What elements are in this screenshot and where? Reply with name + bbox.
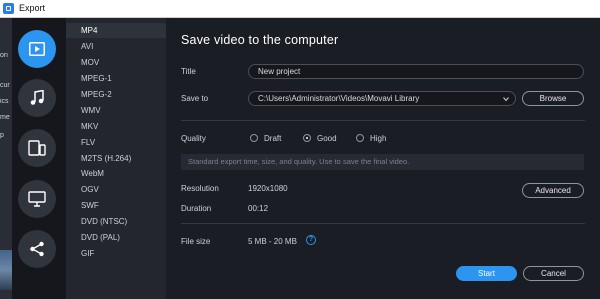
quality-good-label: Good [317,133,337,143]
section-divider [181,223,585,224]
category-share-button[interactable] [18,230,56,268]
quality-high-label: High [370,133,387,143]
music-note-icon [30,90,44,105]
background-text: ori [0,52,8,59]
chevron-down-icon [503,97,509,102]
saveto-path: C:\Users\Administrator\Videos\Movavi Lib… [258,94,420,103]
format-item-gif[interactable]: GIF [66,246,166,261]
format-item-mpeg1[interactable]: MPEG-1 [66,71,166,86]
background-text: p [0,132,4,139]
advanced-button[interactable]: Advanced [522,183,584,198]
section-divider [181,120,585,121]
background-text: ics [0,98,9,105]
export-settings-panel: Save video to the computer Title New pro… [166,18,600,299]
background-app-strip: ori cur ics me p [0,18,12,299]
play-icon [29,42,45,56]
category-audio-button[interactable] [18,79,56,117]
window-titlebar: Export [0,0,600,18]
app-icon [3,3,14,14]
format-item-mkv[interactable]: MKV [66,119,166,134]
resolution-label: Resolution [181,184,219,193]
filesize-value: 5 MB - 20 MB [248,237,297,246]
saveto-label: Save to [181,94,209,103]
cancel-button[interactable]: Cancel [523,266,584,281]
title-input[interactable]: New project [248,64,584,79]
background-text: cur [0,82,10,89]
quality-hint: Standard export time, size, and quality.… [181,154,584,170]
category-video-button[interactable] [18,30,56,68]
format-item-dvd-pal[interactable]: DVD (PAL) [66,230,166,245]
background-text: me [0,114,10,121]
window-title: Export [19,3,46,13]
format-item-swf[interactable]: SWF [66,198,166,213]
duration-label: Duration [181,204,212,213]
resolution-value: 1920x1080 [248,184,288,193]
format-item-ogv[interactable]: OGV [66,182,166,197]
radio-circle-selected [303,134,311,142]
format-item-flv[interactable]: FLV [66,135,166,150]
format-list: MP4 AVI MOV MPEG-1 MPEG-2 WMV MKV FLV M2… [66,18,166,299]
radio-circle [250,134,258,142]
title-label: Title [181,67,196,76]
radio-circle [356,134,364,142]
help-icon[interactable]: ? [306,235,316,245]
page-title: Save video to the computer [181,33,339,47]
start-button[interactable]: Start [456,266,517,281]
quality-label: Quality [181,134,206,143]
background-thumbnail [0,250,12,290]
format-item-dvd-ntsc[interactable]: DVD (NTSC) [66,214,166,229]
export-category-column [12,18,66,299]
monitor-icon [28,191,46,207]
quality-draft-radio[interactable]: Draft [250,133,281,143]
quality-good-radio[interactable]: Good [303,133,337,143]
browse-button[interactable]: Browse [522,91,584,106]
share-icon [30,241,44,257]
filesize-label: File size [181,237,211,246]
format-item-mov[interactable]: MOV [66,55,166,70]
format-item-m2ts[interactable]: M2TS (H.264) [66,151,166,166]
format-item-avi[interactable]: AVI [66,39,166,54]
devices-icon [28,140,46,156]
format-item-webm[interactable]: WebM [66,166,166,181]
quality-high-radio[interactable]: High [356,133,386,143]
format-item-mpeg2[interactable]: MPEG-2 [66,87,166,102]
format-item-mp4[interactable]: MP4 [66,23,166,38]
saveto-dropdown[interactable]: C:\Users\Administrator\Videos\Movavi Lib… [248,91,516,106]
category-devices-button[interactable] [18,129,56,167]
duration-value: 00:12 [248,204,269,213]
category-tv-button[interactable] [18,180,56,218]
format-item-wmv[interactable]: WMV [66,103,166,118]
quality-draft-label: Draft [264,133,282,143]
